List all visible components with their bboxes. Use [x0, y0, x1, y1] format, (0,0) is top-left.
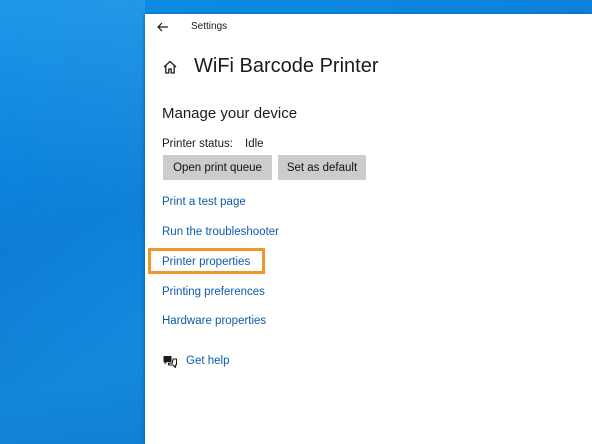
home-icon[interactable] — [162, 59, 178, 75]
settings-window: Settings WiFi Barcode Printer Manage you… — [145, 14, 592, 444]
printer-status-label: Printer status: — [162, 138, 233, 150]
back-arrow-icon — [157, 22, 168, 32]
window-title: Settings — [191, 21, 228, 32]
page-title: WiFi Barcode Printer — [194, 55, 379, 77]
help-chat-icon — [163, 356, 178, 369]
section-title: Manage your device — [162, 105, 298, 122]
back-button[interactable] — [153, 17, 173, 37]
hardware-properties-link[interactable]: Hardware properties — [162, 315, 266, 327]
printing-preferences-link[interactable]: Printing preferences — [162, 286, 265, 298]
print-test-page-link[interactable]: Print a test page — [162, 196, 246, 208]
printer-properties-link[interactable]: Printer properties — [162, 256, 250, 268]
title-bar: Settings — [145, 14, 592, 42]
open-print-queue-button[interactable]: Open print queue — [163, 155, 272, 180]
run-troubleshooter-link[interactable]: Run the troubleshooter — [162, 226, 279, 238]
set-as-default-button[interactable]: Set as default — [278, 155, 366, 180]
desktop-background — [0, 0, 145, 444]
get-help-link[interactable]: Get help — [186, 355, 229, 367]
printer-status-value: Idle — [245, 138, 264, 150]
